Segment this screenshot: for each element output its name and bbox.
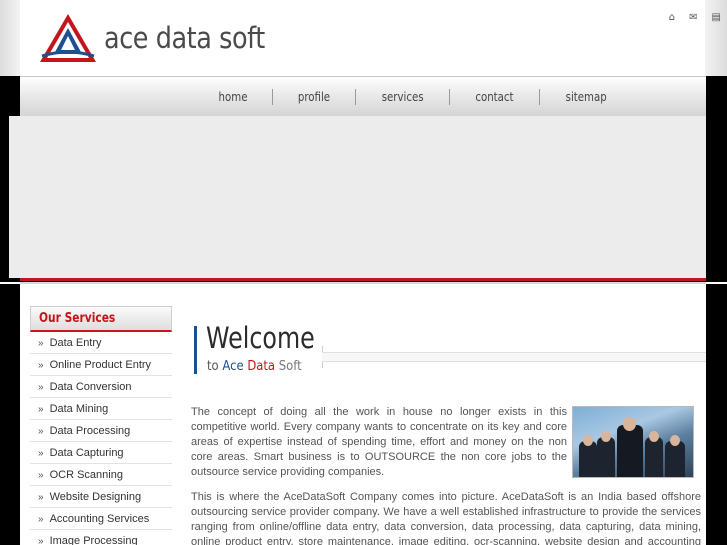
service-label: Data Conversion — [49, 381, 132, 393]
logo-triangle-icon — [40, 14, 96, 62]
nav-services[interactable]: services — [373, 90, 432, 104]
welcome-data: Data — [247, 358, 276, 374]
banner-area — [0, 116, 727, 282]
service-item-data-processing[interactable]: » Data Processing — [30, 420, 172, 442]
nav-bar: home profile services contact sitemap — [20, 76, 706, 116]
nav-items: home profile services contact sitemap — [206, 89, 620, 105]
photo-figure-head — [670, 435, 680, 446]
double-chevron-icon: » — [38, 536, 44, 545]
nav-sitemap[interactable]: sitemap — [557, 90, 615, 104]
nav-divider — [354, 89, 356, 105]
photo-figure — [617, 425, 643, 477]
service-item-image-processing[interactable]: » Image Processing — [30, 530, 172, 545]
double-chevron-icon: » — [38, 492, 44, 503]
double-chevron-icon: » — [38, 338, 44, 349]
home-icon[interactable]: ⌂ — [669, 12, 675, 24]
photo-figure-head — [623, 417, 636, 431]
service-item-ocr-scanning[interactable]: » OCR Scanning — [30, 464, 172, 486]
banner-placeholder — [9, 116, 706, 278]
double-chevron-icon: » — [38, 382, 44, 393]
page: ace data soft ⌂ ✉ ▤ home profile service… — [0, 0, 727, 545]
double-chevron-icon: » — [38, 470, 44, 481]
welcome-rule — [322, 352, 706, 362]
main-content: Our Services » Data Entry » Online Product… — [20, 284, 706, 545]
service-label: Data Entry — [49, 337, 102, 349]
sitemap-icon[interactable]: ▤ — [712, 12, 721, 24]
double-chevron-icon: » — [38, 426, 44, 437]
services-sidebar: Our Services » Data Entry » Online Product… — [30, 306, 172, 545]
service-label: Data Processing — [49, 425, 131, 437]
site-header: ace data soft ⌂ ✉ ▤ — [0, 0, 727, 76]
service-label: Accounting Services — [49, 513, 150, 525]
mail-icon[interactable]: ✉ — [689, 12, 697, 24]
site-logo[interactable]: ace data soft — [38, 12, 287, 64]
top-utility-icons: ⌂ ✉ ▤ — [669, 12, 721, 24]
service-item-website-designing[interactable]: » Website Designing — [30, 486, 172, 508]
photo-figure — [579, 441, 597, 477]
double-chevron-icon: » — [38, 448, 44, 459]
photo-figure — [597, 437, 615, 477]
services-heading: Our Services — [30, 306, 172, 332]
welcome-ace: Ace — [222, 358, 244, 374]
photo-figure-head — [583, 435, 593, 446]
services-list: » Data Entry » Online Product Entry » Data … — [30, 332, 172, 545]
service-label: Image Processing — [49, 535, 138, 545]
intro-paragraph: The concept of doing all the work in hou… — [191, 406, 567, 478]
header-left-edge — [0, 0, 20, 76]
photo-figure — [645, 437, 663, 477]
photo-figure-head — [649, 431, 659, 442]
content-left-edge — [0, 284, 20, 545]
business-team-photo — [572, 406, 694, 478]
banner-red-rule — [20, 278, 706, 281]
services-heading-text: Our Services — [39, 311, 116, 326]
service-label: Website Designing — [49, 491, 142, 503]
welcome-soft: Soft — [278, 358, 302, 374]
double-chevron-icon: » — [38, 404, 44, 415]
photo-figure — [665, 441, 685, 477]
double-chevron-icon: » — [38, 514, 44, 525]
service-item-data-capturing[interactable]: » Data Capturing — [30, 442, 172, 464]
nav-profile[interactable]: profile — [289, 90, 338, 104]
logo-text: ace data soft — [104, 21, 265, 55]
welcome-title: Welcome — [206, 321, 315, 355]
service-item-data-mining[interactable]: » Data Mining — [30, 398, 172, 420]
photo-figure-head — [601, 431, 611, 442]
welcome-accent-bar — [194, 326, 197, 374]
main-navigation: home profile services contact sitemap — [0, 76, 727, 116]
service-label: OCR Scanning — [49, 469, 123, 481]
service-item-accounting-services[interactable]: » Accounting Services — [30, 508, 172, 530]
service-item-data-conversion[interactable]: » Data Conversion — [30, 376, 172, 398]
welcome-to: to — [207, 358, 219, 374]
nav-divider — [449, 89, 451, 105]
service-item-online-product-entry[interactable]: » Online Product Entry — [30, 354, 172, 376]
about-paragraph: This is where the AceDataSoft Company co… — [191, 491, 701, 545]
service-label: Online Product Entry — [49, 359, 152, 371]
welcome-subtitle: to Ace Data Soft — [207, 358, 302, 374]
service-label: Data Mining — [49, 403, 109, 415]
service-label: Data Capturing — [49, 447, 124, 459]
nav-home[interactable]: home — [210, 90, 256, 104]
service-item-data-entry[interactable]: » Data Entry — [30, 332, 172, 354]
nav-divider — [272, 89, 274, 105]
content-right-edge — [706, 284, 727, 545]
welcome-heading-block: Welcome to Ace Data Soft — [186, 321, 706, 384]
double-chevron-icon: » — [38, 360, 44, 371]
nav-divider — [539, 89, 541, 105]
nav-contact[interactable]: contact — [467, 90, 522, 104]
